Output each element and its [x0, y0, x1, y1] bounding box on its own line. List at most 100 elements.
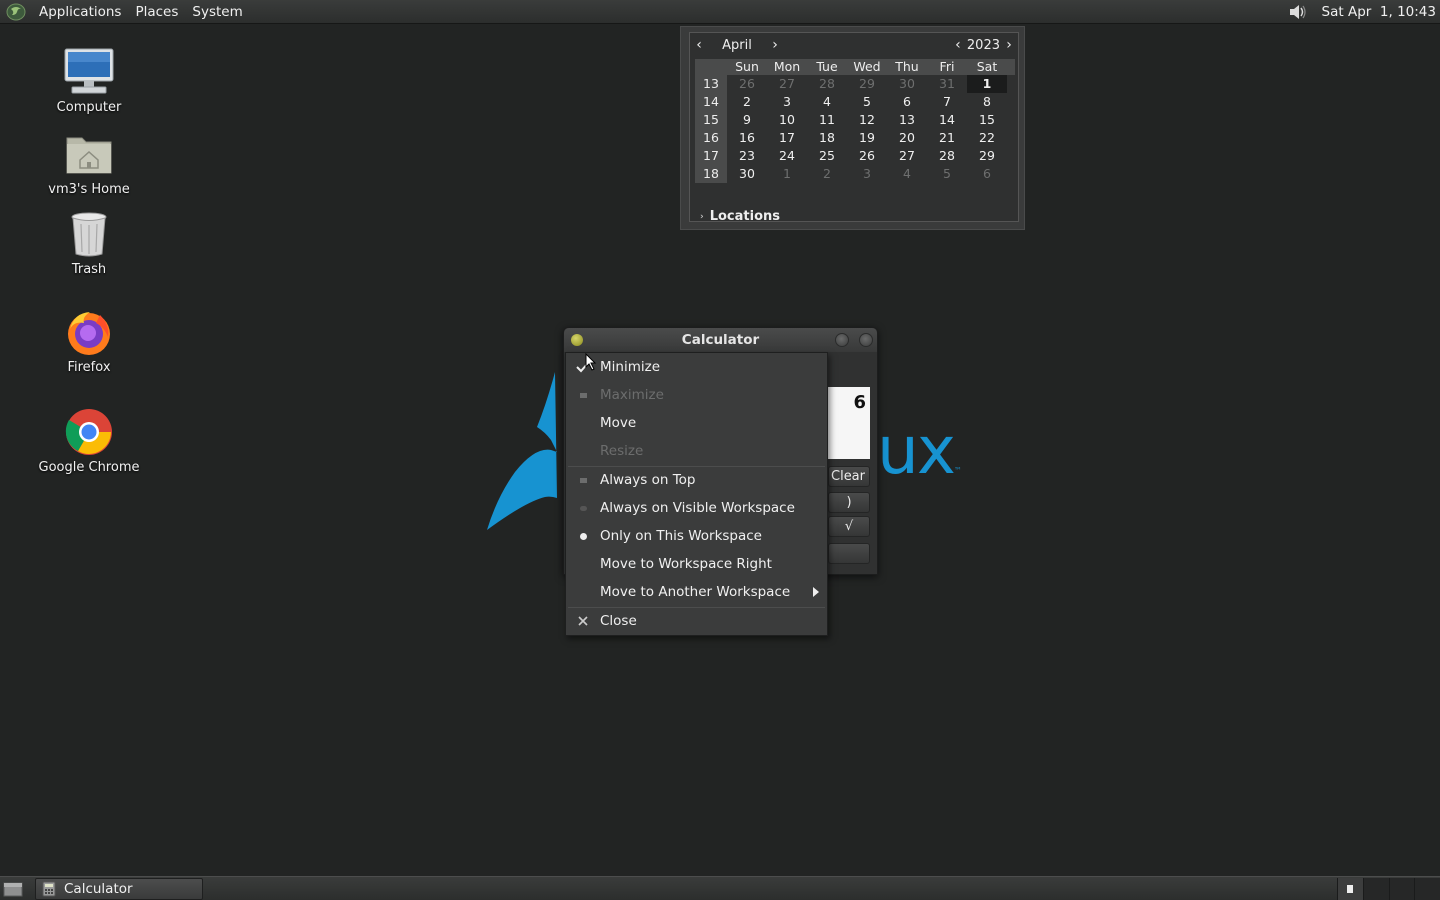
- calendar-day[interactable]: 1: [767, 165, 807, 183]
- calendar-day[interactable]: 4: [807, 93, 847, 111]
- prev-month-button[interactable]: ‹: [690, 37, 708, 53]
- workspace-2[interactable]: [1362, 878, 1389, 900]
- locations-expander[interactable]: › Locations: [700, 209, 780, 224]
- calendar-day[interactable]: 3: [847, 165, 887, 183]
- applications-menu[interactable]: Applications: [33, 0, 129, 24]
- menu-item-always-on-visible-workspace[interactable]: Always on Visible Workspace: [566, 494, 827, 522]
- calendar-day[interactable]: 5: [927, 165, 967, 183]
- desktop-icon-computer[interactable]: Computer: [34, 44, 144, 115]
- menu-item-resize: Resize: [600, 443, 644, 459]
- maximize-button[interactable]: [859, 333, 873, 347]
- calendar-day[interactable]: 9: [727, 111, 767, 129]
- menu-item-always-on-top[interactable]: Always on Top: [566, 466, 827, 494]
- calendar-day[interactable]: 11: [807, 111, 847, 129]
- clear-key[interactable]: Clear: [828, 466, 870, 487]
- calendar-day[interactable]: 28: [807, 75, 847, 93]
- menu-item-maximize: Maximize: [566, 381, 827, 409]
- calendar-day[interactable]: 1: [967, 75, 1007, 93]
- calendar-day[interactable]: 28: [927, 147, 967, 165]
- next-month-button[interactable]: ›: [766, 37, 784, 53]
- calendar-day[interactable]: 8: [967, 93, 1007, 111]
- calendar-day[interactable]: 7: [927, 93, 967, 111]
- calendar-day[interactable]: 21: [927, 129, 967, 147]
- menu-item-move-to-workspace-right[interactable]: Move to Workspace Right: [566, 550, 827, 578]
- trash-icon: [61, 206, 117, 262]
- calendar-week-row: 15 9 10 11 12 13 14 15: [695, 111, 1015, 129]
- calendar-day[interactable]: 26: [847, 147, 887, 165]
- calendar-day[interactable]: 14: [927, 111, 967, 129]
- calendar-grid: Sun Mon Tue Wed Thu Fri Sat 13 26 27 28 29 30…: [695, 59, 1015, 183]
- calendar-day[interactable]: 23: [727, 147, 767, 165]
- menu-item-move-to-another-workspace[interactable]: Move to Another Workspace: [566, 578, 827, 606]
- calendar-day[interactable]: 26: [727, 75, 767, 93]
- calendar-day[interactable]: 25: [807, 147, 847, 165]
- calendar-day[interactable]: 30: [887, 75, 927, 93]
- workspace-3[interactable]: [1388, 878, 1415, 900]
- minimize-button[interactable]: [835, 333, 849, 347]
- calendar-day[interactable]: 22: [967, 129, 1007, 147]
- calendar-day[interactable]: 27: [767, 75, 807, 93]
- calendar-day[interactable]: 2: [727, 93, 767, 111]
- calendar-day[interactable]: 16: [727, 129, 767, 147]
- menu-item-minimize[interactable]: Minimize: [566, 353, 827, 381]
- top-panel: Applications Places System Sat Apr 1, 10…: [0, 0, 1440, 24]
- next-year-button[interactable]: ›: [1000, 37, 1018, 53]
- weekday-header: Sat: [976, 59, 998, 74]
- computer-icon: [61, 44, 117, 100]
- square-root-key[interactable]: √: [828, 516, 870, 537]
- desktop-icon-label: Trash: [71, 262, 107, 277]
- week-number: 14: [695, 93, 727, 111]
- calendar-day[interactable]: 2: [807, 165, 847, 183]
- weekday-header: Tue: [816, 59, 838, 74]
- weekday-header: Wed: [853, 59, 881, 74]
- prev-year-button[interactable]: ‹: [949, 37, 967, 53]
- desktop-icon-label: Google Chrome: [38, 460, 140, 475]
- calendar-day[interactable]: 31: [927, 75, 967, 93]
- calendar-day[interactable]: 15: [967, 111, 1007, 129]
- workspace-4[interactable]: [1414, 878, 1440, 900]
- workspace-switcher: [1337, 878, 1440, 900]
- calendar-day[interactable]: 12: [847, 111, 887, 129]
- calendar-day[interactable]: 24: [767, 147, 807, 165]
- desktop-icon-trash[interactable]: Trash: [34, 206, 144, 277]
- calendar-day[interactable]: 6: [887, 93, 927, 111]
- distro-logo-icon[interactable]: [5, 2, 27, 22]
- calendar-day[interactable]: 27: [887, 147, 927, 165]
- calendar-day[interactable]: 29: [967, 147, 1007, 165]
- calendar-day[interactable]: 30: [727, 165, 767, 183]
- calendar-day[interactable]: 5: [847, 93, 887, 111]
- calendar-day[interactable]: 6: [967, 165, 1007, 183]
- close-icon: [566, 616, 600, 626]
- menu-item-close[interactable]: Close: [566, 607, 827, 635]
- menu-item-only-on-this-workspace[interactable]: Only on This Workspace: [566, 522, 827, 550]
- clock[interactable]: Sat Apr 1, 10:43: [1322, 4, 1440, 20]
- calendar-day[interactable]: 10: [767, 111, 807, 129]
- show-desktop-icon[interactable]: [3, 881, 23, 897]
- desktop-icon-firefox[interactable]: Firefox: [34, 304, 144, 375]
- calendar-month: April: [722, 37, 752, 53]
- calendar-day[interactable]: 17: [767, 129, 807, 147]
- calendar-day[interactable]: 4: [887, 165, 927, 183]
- volume-icon[interactable]: [1286, 1, 1308, 23]
- places-menu[interactable]: Places: [129, 0, 186, 24]
- window-titlebar[interactable]: Calculator: [564, 328, 877, 352]
- weekday-header-row: Sun Mon Tue Wed Thu Fri Sat: [695, 59, 1015, 75]
- calendar-day[interactable]: 13: [887, 111, 927, 129]
- submenu-arrow-icon: [813, 587, 819, 597]
- workspace-1[interactable]: [1337, 878, 1363, 900]
- maximize-icon: [566, 392, 600, 398]
- calendar-day[interactable]: 20: [887, 129, 927, 147]
- desktop-icon-home[interactable]: vm3's Home: [34, 126, 144, 197]
- desktop-icon-label: Computer: [56, 100, 122, 115]
- taskbar-button-calculator[interactable]: Calculator: [35, 878, 203, 900]
- desktop-icon-chrome[interactable]: Google Chrome: [34, 404, 144, 475]
- close-paren-key[interactable]: ): [828, 492, 870, 513]
- calendar-day[interactable]: 19: [847, 129, 887, 147]
- calendar-day[interactable]: 3: [767, 93, 807, 111]
- menu-item-move[interactable]: Move: [566, 409, 827, 437]
- calculator-key[interactable]: [828, 543, 870, 564]
- calendar-day[interactable]: 18: [807, 129, 847, 147]
- calendar-day[interactable]: 29: [847, 75, 887, 93]
- system-menu[interactable]: System: [186, 0, 250, 24]
- calendar-week-row: 16 16 17 18 19 20 21 22: [695, 129, 1015, 147]
